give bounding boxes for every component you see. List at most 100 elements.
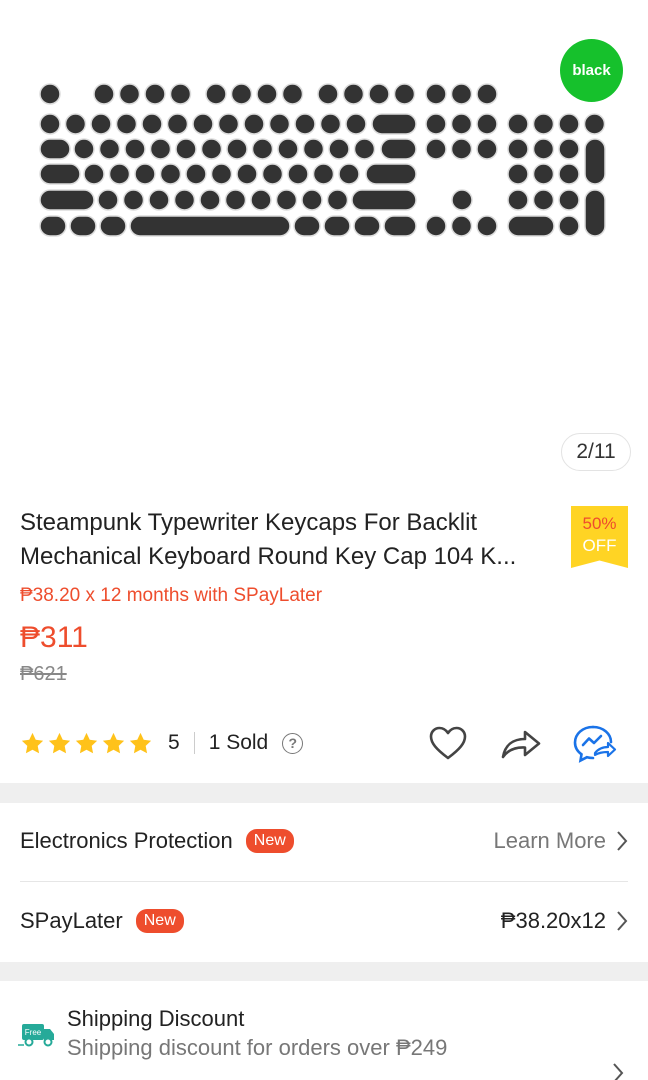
keycap xyxy=(450,113,473,135)
free-label: Free xyxy=(25,1028,42,1037)
new-badge: New xyxy=(245,829,294,853)
keycap xyxy=(584,189,606,237)
keycap xyxy=(39,138,71,160)
keycap xyxy=(281,83,304,105)
keycap xyxy=(173,189,196,211)
section-divider xyxy=(0,783,648,803)
keycap xyxy=(507,113,529,135)
keycap xyxy=(450,83,473,105)
keycap xyxy=(166,113,189,135)
keycap xyxy=(532,113,555,135)
keycap xyxy=(97,189,119,211)
keycap xyxy=(507,138,529,160)
keycap xyxy=(558,113,580,135)
keycap xyxy=(558,189,580,211)
keycap xyxy=(425,83,447,105)
heart-icon[interactable] xyxy=(428,724,468,764)
star-icon xyxy=(75,732,98,753)
row-divider xyxy=(20,881,628,882)
chat-icon[interactable] xyxy=(573,724,617,764)
product-title-line-1: Steampunk Typewriter Keycaps For Backlit xyxy=(20,509,478,536)
keycap xyxy=(93,83,115,105)
keycap xyxy=(450,215,473,237)
keycap xyxy=(236,163,258,185)
keycap xyxy=(39,113,61,135)
spaylater-value: ₱38.20x12 xyxy=(500,908,606,933)
keycap xyxy=(368,83,390,105)
keycap xyxy=(451,189,473,211)
spaylater-row[interactable]: SPayLater New ₱38.20x12 xyxy=(20,901,628,941)
keycap xyxy=(73,138,95,160)
keycap xyxy=(192,113,214,135)
keycap xyxy=(584,138,606,185)
discount-off-label: OFF xyxy=(582,536,617,555)
keycap xyxy=(532,163,555,185)
rating-row: 5 1 Sold ? xyxy=(20,727,304,759)
keycap xyxy=(328,138,350,160)
product-title-line-2: Mechanical Keyboard Round Key Cap 104 K.… xyxy=(20,543,517,570)
electronics-protection-row[interactable]: Electronics Protection New Learn More xyxy=(20,821,628,861)
chevron-right-icon xyxy=(617,831,628,851)
keycap xyxy=(476,215,498,237)
keycap xyxy=(200,138,223,160)
chevron-right-icon[interactable] xyxy=(612,1062,624,1080)
keycap xyxy=(268,113,291,135)
keycap xyxy=(425,113,447,135)
shipping-discount-title: Shipping Discount xyxy=(67,1006,245,1031)
keycap xyxy=(287,163,309,185)
keycap xyxy=(507,215,555,237)
keycap xyxy=(205,83,227,105)
keycap xyxy=(144,83,166,105)
star-icon xyxy=(129,732,152,753)
keycap xyxy=(351,189,417,211)
keycap xyxy=(251,138,274,160)
keycap xyxy=(115,113,138,135)
keycap xyxy=(371,113,417,135)
star-icon xyxy=(48,732,71,753)
keycap xyxy=(326,189,349,211)
keycap xyxy=(129,215,291,237)
keycap xyxy=(148,189,170,211)
learn-more-link[interactable]: Learn More xyxy=(493,828,606,854)
share-icon[interactable] xyxy=(500,724,542,764)
keycap xyxy=(226,138,248,160)
keycap xyxy=(108,163,131,185)
free-shipping-truck-icon: Free xyxy=(18,1024,54,1047)
keycap xyxy=(383,215,417,237)
sold-count: 1 Sold xyxy=(208,731,269,754)
keycap xyxy=(122,189,145,211)
keycap xyxy=(39,189,95,211)
installment-offer[interactable]: ₱38.20 x 12 months with SPayLater xyxy=(20,585,322,607)
product-title: Steampunk Typewriter Keycaps For Backlit… xyxy=(20,506,568,574)
keycap xyxy=(83,163,105,185)
color-variant-badge[interactable]: black xyxy=(560,39,623,102)
keycap xyxy=(118,83,141,105)
star-icon xyxy=(102,732,125,753)
keycap xyxy=(230,83,253,105)
keycap xyxy=(353,215,381,237)
keycap xyxy=(532,138,555,160)
keycap xyxy=(175,138,197,160)
help-icon[interactable]: ? xyxy=(282,732,304,754)
keycap xyxy=(365,163,417,185)
keycap xyxy=(558,163,580,185)
keycap xyxy=(353,138,376,160)
keycap xyxy=(532,189,555,211)
current-price: ₱311 xyxy=(20,621,88,654)
keycap xyxy=(317,83,339,105)
keycap xyxy=(261,163,284,185)
electronics-protection-label: Electronics Protection xyxy=(20,828,233,853)
divider xyxy=(193,732,195,754)
keycap xyxy=(338,163,360,185)
keycap xyxy=(476,113,498,135)
keycap xyxy=(380,138,417,160)
original-price: ₱621 xyxy=(20,663,67,685)
keycap xyxy=(243,113,265,135)
chevron-right-icon xyxy=(617,911,628,931)
keycap xyxy=(312,163,335,185)
keycap xyxy=(476,83,498,105)
new-badge: New xyxy=(135,909,184,933)
product-image-carousel[interactable]: black 2/11 xyxy=(0,0,648,482)
keycap xyxy=(185,163,207,185)
keycap xyxy=(302,138,325,160)
